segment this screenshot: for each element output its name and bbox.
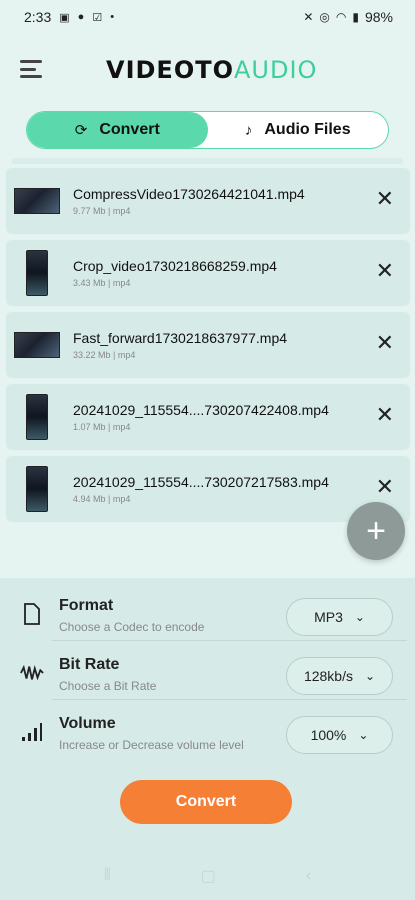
video-thumbnail	[14, 250, 60, 296]
wifi-icon: ◠	[335, 10, 347, 24]
remove-file-icon[interactable]: ✕	[376, 476, 394, 498]
home-icon[interactable]: ▢	[201, 866, 216, 886]
settings-panel: Format Choose a Codec to encode MP3 ⌄ Bi…	[0, 578, 415, 900]
status-time: 2:33	[24, 9, 52, 25]
logo-left: VIDEOTO	[106, 56, 234, 84]
chevron-down-icon: ⌄	[364, 669, 376, 683]
file-name: CompressVideo1730264421041.mp4	[73, 186, 305, 202]
file-icon	[20, 602, 44, 626]
tab-convert[interactable]: ⟳ Convert	[27, 112, 208, 148]
tab-convert-label: Convert	[99, 121, 160, 138]
bitrate-setting: Bit Rate Choose a Bit Rate 128kb/s ⌄	[8, 641, 407, 699]
bitrate-value: 128kb/s	[303, 668, 353, 684]
file-name: Crop_video1730218668259.mp4	[73, 258, 277, 274]
volume-value: 100%	[310, 727, 347, 743]
video-thumbnail	[14, 394, 60, 440]
volume-title: Volume	[59, 715, 116, 732]
file-item[interactable]: Crop_video1730218668259.mp4 3.43 Mb | mp…	[6, 240, 410, 306]
message-icon: ●	[77, 11, 85, 23]
menu-icon[interactable]	[20, 60, 42, 78]
tab-audio-files[interactable]: ♪ Audio Files	[208, 112, 389, 148]
status-bar: 2:33 ▣ ● ☑ • ✕ ◎ ◠ ▮ 98%	[0, 0, 415, 34]
format-subtitle: Choose a Codec to encode	[59, 620, 205, 634]
file-meta: 4.94 Mb | mp4	[73, 494, 131, 504]
hotspot-icon: ◎	[319, 10, 330, 24]
format-setting: Format Choose a Codec to encode MP3 ⌄	[8, 582, 407, 640]
format-dropdown[interactable]: MP3 ⌄	[286, 598, 393, 636]
file-name: 20241029_115554....730207422408.mp4	[73, 402, 329, 418]
music-note-icon: ♪	[244, 121, 253, 139]
system-nav-bar: ⦀ ▢ ‹	[0, 862, 415, 890]
app-logo: VIDEOTOAUDIO	[106, 56, 317, 84]
bitrate-dropdown[interactable]: 128kb/s ⌄	[286, 657, 393, 695]
file-item[interactable]: 20241029_115554....730207217583.mp4 4.94…	[6, 456, 410, 522]
dot-icon: •	[110, 11, 115, 23]
bitrate-subtitle: Choose a Bit Rate	[59, 679, 157, 693]
list-top-edge	[12, 158, 403, 164]
bitrate-title: Bit Rate	[59, 656, 120, 673]
format-value: MP3	[314, 609, 343, 625]
file-list: CompressVideo1730264421041.mp4 9.77 Mb |…	[6, 168, 410, 528]
file-meta: 9.77 Mb | mp4	[73, 206, 131, 216]
video-thumbnail	[14, 178, 60, 224]
gallery-icon: ▣	[59, 11, 70, 24]
file-meta: 33.22 Mb | mp4	[73, 350, 136, 360]
battery-level: 98%	[364, 9, 393, 25]
mute-icon: ✕	[303, 10, 314, 24]
check-icon: ☑	[92, 11, 103, 24]
add-file-button[interactable]: +	[347, 502, 405, 560]
chevron-down-icon: ⌄	[354, 610, 365, 624]
tab-switcher: ⟳ Convert ♪ Audio Files	[26, 111, 389, 149]
chevron-down-icon: ⌄	[358, 728, 369, 742]
signal-icon: ▮	[352, 10, 359, 24]
file-name: Fast_forward1730218637977.mp4	[73, 330, 288, 346]
remove-file-icon[interactable]: ✕	[376, 260, 394, 282]
tab-audio-files-label: Audio Files	[264, 121, 351, 138]
file-item[interactable]: Fast_forward1730218637977.mp4 33.22 Mb |…	[6, 312, 410, 378]
recents-icon[interactable]: ⦀	[104, 867, 111, 885]
volume-setting: Volume Increase or Decrease volume level…	[8, 700, 407, 758]
file-meta: 3.43 Mb | mp4	[73, 278, 131, 288]
convert-button[interactable]: Convert	[120, 780, 292, 824]
video-thumbnail	[14, 322, 60, 368]
back-icon[interactable]: ‹	[306, 867, 311, 885]
waveform-icon	[20, 661, 44, 685]
volume-dropdown[interactable]: 100% ⌄	[286, 716, 393, 754]
format-title: Format	[59, 597, 114, 614]
file-item[interactable]: 20241029_115554....730207422408.mp4 1.07…	[6, 384, 410, 450]
file-item[interactable]: CompressVideo1730264421041.mp4 9.77 Mb |…	[6, 168, 410, 234]
plus-icon: +	[366, 511, 386, 550]
logo-right: AUDIO	[234, 56, 318, 84]
volume-subtitle: Increase or Decrease volume level	[59, 738, 244, 752]
volume-bars-icon	[20, 720, 44, 744]
file-name: 20241029_115554....730207217583.mp4	[73, 474, 329, 490]
status-left: 2:33 ▣ ● ☑ •	[24, 9, 114, 25]
remove-file-icon[interactable]: ✕	[376, 404, 394, 426]
app-header: VIDEOTOAUDIO	[0, 48, 415, 92]
remove-file-icon[interactable]: ✕	[376, 332, 394, 354]
refresh-icon: ⟳	[74, 122, 88, 139]
file-meta: 1.07 Mb | mp4	[73, 422, 131, 432]
remove-file-icon[interactable]: ✕	[376, 188, 394, 210]
status-right: ✕ ◎ ◠ ▮ 98%	[303, 9, 393, 25]
video-thumbnail	[14, 466, 60, 512]
